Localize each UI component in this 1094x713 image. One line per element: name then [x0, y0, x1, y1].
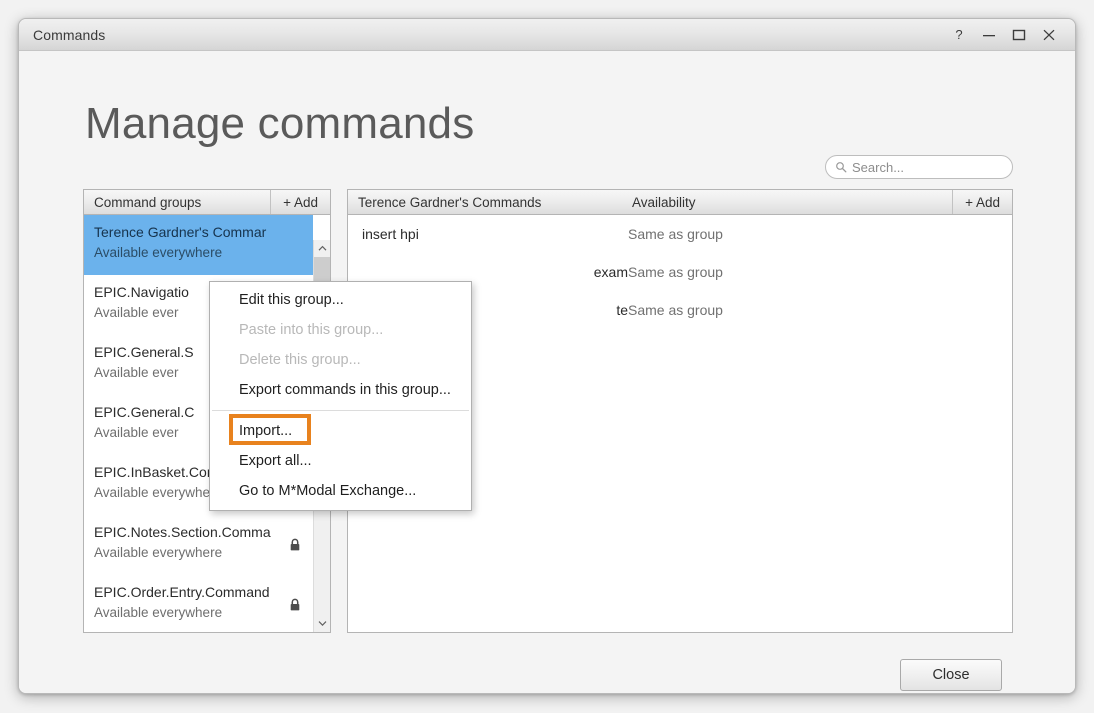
command-name: insert hpi [362, 226, 419, 242]
group-list-item[interactable]: Terence Gardner's Commar Available everyw… [84, 215, 313, 275]
scroll-down-icon[interactable] [314, 615, 330, 632]
lock-icon [289, 598, 301, 616]
commands-header-name: Terence Gardner's Commands [358, 194, 542, 210]
lock-icon [289, 538, 301, 556]
help-icon[interactable]: ? [945, 22, 973, 48]
group-item-availability: Available everywhere [94, 545, 223, 560]
command-groups-header: Command groups + Add [84, 190, 330, 215]
minimize-icon[interactable] [975, 22, 1003, 48]
group-context-menu: Edit this group... Paste into this group.… [209, 281, 472, 511]
page-title: Manage commands [85, 99, 475, 148]
context-menu-item[interactable]: Edit this group... [210, 285, 471, 315]
title-bar: Commands ? [19, 19, 1075, 51]
scroll-up-icon[interactable] [314, 240, 330, 257]
context-menu-item: Delete this group... [239, 352, 361, 368]
command-groups-header-label: Command groups [94, 194, 202, 210]
command-availability: Same as group [628, 302, 723, 318]
group-item-name: Terence Gardner's Commar [94, 224, 267, 240]
context-menu-item[interactable]: Export all... [210, 446, 471, 476]
context-menu-item[interactable]: Go to M*Modal Exchange... [210, 476, 471, 506]
group-list-item[interactable]: EPIC.Order.Entry.Command Available everyw… [84, 575, 313, 632]
menu-separator [212, 410, 469, 411]
command-row[interactable]: insert hpi Same as group [348, 215, 1012, 253]
group-item-name: EPIC.Notes.Section.Comma [94, 524, 271, 540]
command-name: exam [593, 264, 628, 280]
context-menu-item[interactable]: Export commands in this group... [210, 375, 471, 405]
svg-text:?: ? [955, 28, 962, 42]
commands-header: Terence Gardner's Commands Availability … [348, 190, 1012, 215]
search-box[interactable] [825, 155, 1013, 179]
context-menu-item: Paste into this group... [239, 322, 384, 338]
window-title: Commands [33, 26, 106, 43]
window-content: Manage commands Command groups + Add Ter… [19, 51, 1075, 693]
context-menu-item[interactable]: Import... [210, 414, 471, 446]
command-availability: Same as group [628, 264, 723, 280]
search-icon [835, 161, 847, 173]
close-dialog-button[interactable]: Close [900, 659, 1002, 691]
add-group-button[interactable]: + Add [270, 190, 330, 214]
add-command-button[interactable]: + Add [952, 190, 1012, 214]
maximize-icon[interactable] [1005, 22, 1033, 48]
commands-window: Commands ? Manage commands Search... Com… [18, 18, 1076, 694]
group-item-availability: Available everywhere [94, 245, 223, 260]
command-availability: Same as group [628, 226, 723, 242]
search-input[interactable] [852, 159, 1002, 175]
group-item-availability: Available everywhere [94, 605, 223, 620]
group-list-item[interactable]: EPIC.Notes.Section.Comma Available everyw… [84, 515, 313, 575]
commands-header-availability: Availability [632, 194, 696, 210]
close-icon[interactable] [1035, 22, 1063, 48]
group-item-name: EPIC.Order.Entry.Command [94, 584, 270, 600]
window-controls: ? [945, 19, 1075, 50]
